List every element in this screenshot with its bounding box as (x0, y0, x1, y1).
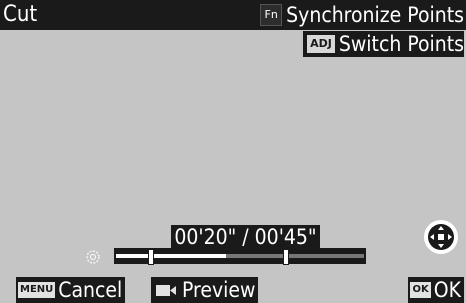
adj-action-label: Switch Points (338, 32, 464, 56)
fn-key-icon: Fn (260, 4, 283, 26)
cut-end-handle[interactable] (283, 249, 289, 265)
preview-button[interactable]: Preview (151, 277, 259, 303)
movie-camera-icon (156, 284, 176, 296)
preview-label: Preview (182, 278, 256, 302)
four-way-controller-icon[interactable] (423, 219, 459, 255)
movie-cut-screen: Cut Fn Synchronize Points ADJ Switch Poi… (0, 0, 466, 303)
cancel-button[interactable]: MENU Cancel (16, 277, 126, 303)
adj-key-icon: ADJ (307, 35, 335, 53)
timeline-slider[interactable] (114, 248, 366, 265)
ok-key-icon: OK (410, 282, 431, 298)
cut-start-handle[interactable] (148, 249, 154, 265)
cancel-label: Cancel (58, 278, 123, 302)
adj-switch-points-button[interactable]: ADJ Switch Points (303, 31, 464, 57)
fn-action-label: Synchronize Points (286, 3, 464, 27)
loop-icon (86, 250, 100, 264)
timeline-played-track (116, 254, 226, 258)
bottom-bar: MENU Cancel Preview OK OK (0, 277, 466, 303)
ok-label: OK (433, 278, 461, 302)
timeline-remaining-track (226, 254, 364, 258)
time-readout: 00'20" / 00'45" (171, 225, 320, 249)
top-bar: Cut Fn Synchronize Points (0, 0, 466, 30)
fn-synchronize-button[interactable]: Fn Synchronize Points (260, 2, 464, 28)
ok-button[interactable]: OK OK (408, 277, 464, 303)
page-title: Cut (3, 2, 38, 27)
title-field (51, 3, 251, 27)
menu-key-icon: MENU (18, 282, 56, 298)
